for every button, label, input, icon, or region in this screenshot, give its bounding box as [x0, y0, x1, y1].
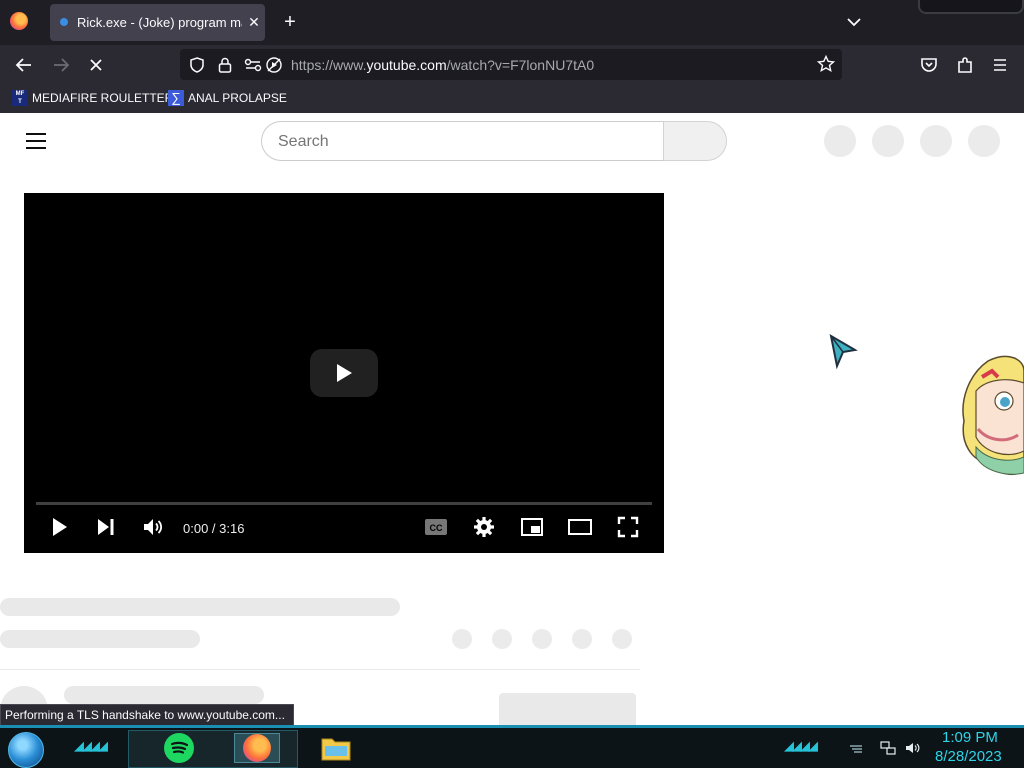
subtitles-cc-icon[interactable]: CC [424, 515, 448, 539]
navigation-toolbar: https://www.youtube.com/watch?v=F7lonNU7… [0, 45, 1024, 85]
app-menu-icon[interactable] [988, 53, 1012, 77]
forward-arrow-icon[interactable] [49, 53, 73, 77]
clock-time[interactable]: 1:09 PM [942, 729, 998, 746]
permissions-icon[interactable] [244, 57, 262, 73]
play-icon [337, 364, 352, 382]
url-text: https://www.youtube.com/watch?v=F7lonNU7… [291, 57, 595, 73]
firefox-icon [243, 734, 271, 762]
cc-label: CC [430, 523, 443, 533]
new-tab-button[interactable]: + [279, 11, 301, 33]
network-icon[interactable] [880, 740, 896, 756]
pocket-icon[interactable] [917, 53, 941, 77]
volume-icon[interactable] [141, 515, 165, 539]
mediafire-icon: MF T [12, 90, 28, 106]
window-frame-decoration [918, 0, 1024, 14]
file-explorer-icon[interactable] [320, 733, 352, 763]
channel-skeleton [0, 630, 200, 648]
sigma-icon: ∑ [168, 90, 184, 106]
large-play-button[interactable] [310, 349, 378, 397]
action-skeleton [612, 629, 632, 649]
bookmark-anal-prolapse[interactable]: ∑ ANAL PROLAPSE [168, 90, 288, 108]
volume-tray-icon[interactable] [904, 740, 920, 756]
fullscreen-icon[interactable] [616, 515, 640, 539]
start-button[interactable] [8, 732, 44, 768]
loading-icon-placeholder [872, 125, 904, 157]
active-tab[interactable]: Rick.exe - (Joke) program made ✕ [50, 4, 265, 41]
theater-mode-icon[interactable] [568, 515, 592, 539]
action-skeleton [572, 629, 592, 649]
close-tab-icon[interactable]: ✕ [246, 12, 262, 32]
browser-tab-bar: Rick.exe - (Joke) program made ✕ + [0, 0, 1024, 45]
show-hidden-icons-icon[interactable] [848, 740, 864, 756]
title-skeleton [0, 598, 400, 616]
back-arrow-icon[interactable] [12, 53, 36, 77]
spotify-icon[interactable] [164, 733, 194, 763]
loading-status-panel: Performing a TLS handshake to www.youtub… [0, 704, 294, 726]
loading-icon-placeholder [920, 125, 952, 157]
autoplay-blocked-icon[interactable] [265, 56, 283, 74]
youtube-page: 0:00 / 3:16 CC [0, 113, 1024, 725]
lock-icon[interactable] [217, 56, 233, 74]
clock-date[interactable]: 8/28/2023 [935, 748, 1002, 765]
address-bar[interactable]: https://www.youtube.com/watch?v=F7lonNU7… [180, 49, 842, 80]
bookmarks-toolbar: MF T MEDIAFIRE ROULETTER ∑ ANAL PROLAPSE [0, 85, 1024, 113]
next-video-icon[interactable] [94, 515, 118, 539]
settings-gear-icon[interactable] [472, 515, 496, 539]
bookmark-star-icon[interactable] [817, 55, 835, 73]
progress-bar[interactable] [36, 502, 652, 505]
tracking-protection-shield-icon[interactable] [188, 56, 206, 74]
os-taskbar: ◢◢◢◢ ◢◢◢◢ 1:09 PM 8/28/2023 [0, 725, 1024, 768]
search-input[interactable] [278, 131, 638, 153]
firefox-taskbar-button[interactable] [234, 733, 280, 763]
extensions-icon[interactable] [953, 53, 977, 77]
action-skeleton [492, 629, 512, 649]
divider [0, 669, 640, 670]
bookmark-label: MEDIAFIRE ROULETTER [32, 91, 174, 105]
action-skeleton [452, 629, 472, 649]
miniplayer-icon[interactable] [520, 515, 544, 539]
time-display: 0:00 / 3:16 [183, 521, 245, 536]
taskbar-decoration: ◢◢◢◢ [784, 738, 818, 753]
action-skeleton [532, 629, 552, 649]
avatar-placeholder [968, 125, 1000, 157]
bookmark-label: ANAL PROLAPSE [188, 91, 287, 105]
button-skeleton [499, 693, 636, 725]
play-icon[interactable] [47, 515, 71, 539]
list-all-tabs-icon[interactable] [844, 12, 864, 32]
screen: { "browser": { "tab": { "title": "Rick.e… [0, 0, 1024, 768]
mouse-cursor-icon [829, 334, 858, 370]
firefox-menu-icon[interactable] [10, 12, 28, 30]
loading-icon-placeholder [824, 125, 856, 157]
comment-skeleton [64, 686, 264, 704]
tab-title: Rick.exe - (Joke) program made [77, 15, 242, 30]
video-player[interactable]: 0:00 / 3:16 CC [24, 193, 664, 553]
cartoon-character-sticker [962, 355, 1024, 476]
guide-menu-icon[interactable] [26, 133, 46, 149]
search-button[interactable] [663, 121, 727, 161]
stop-loading-icon[interactable] [84, 53, 108, 77]
search-box[interactable] [261, 121, 664, 161]
tab-favicon [60, 18, 68, 26]
bookmark-mediafire-rouletter[interactable]: MF T MEDIAFIRE ROULETTER [12, 90, 173, 108]
taskbar-decoration: ◢◢◢◢ [74, 738, 108, 753]
